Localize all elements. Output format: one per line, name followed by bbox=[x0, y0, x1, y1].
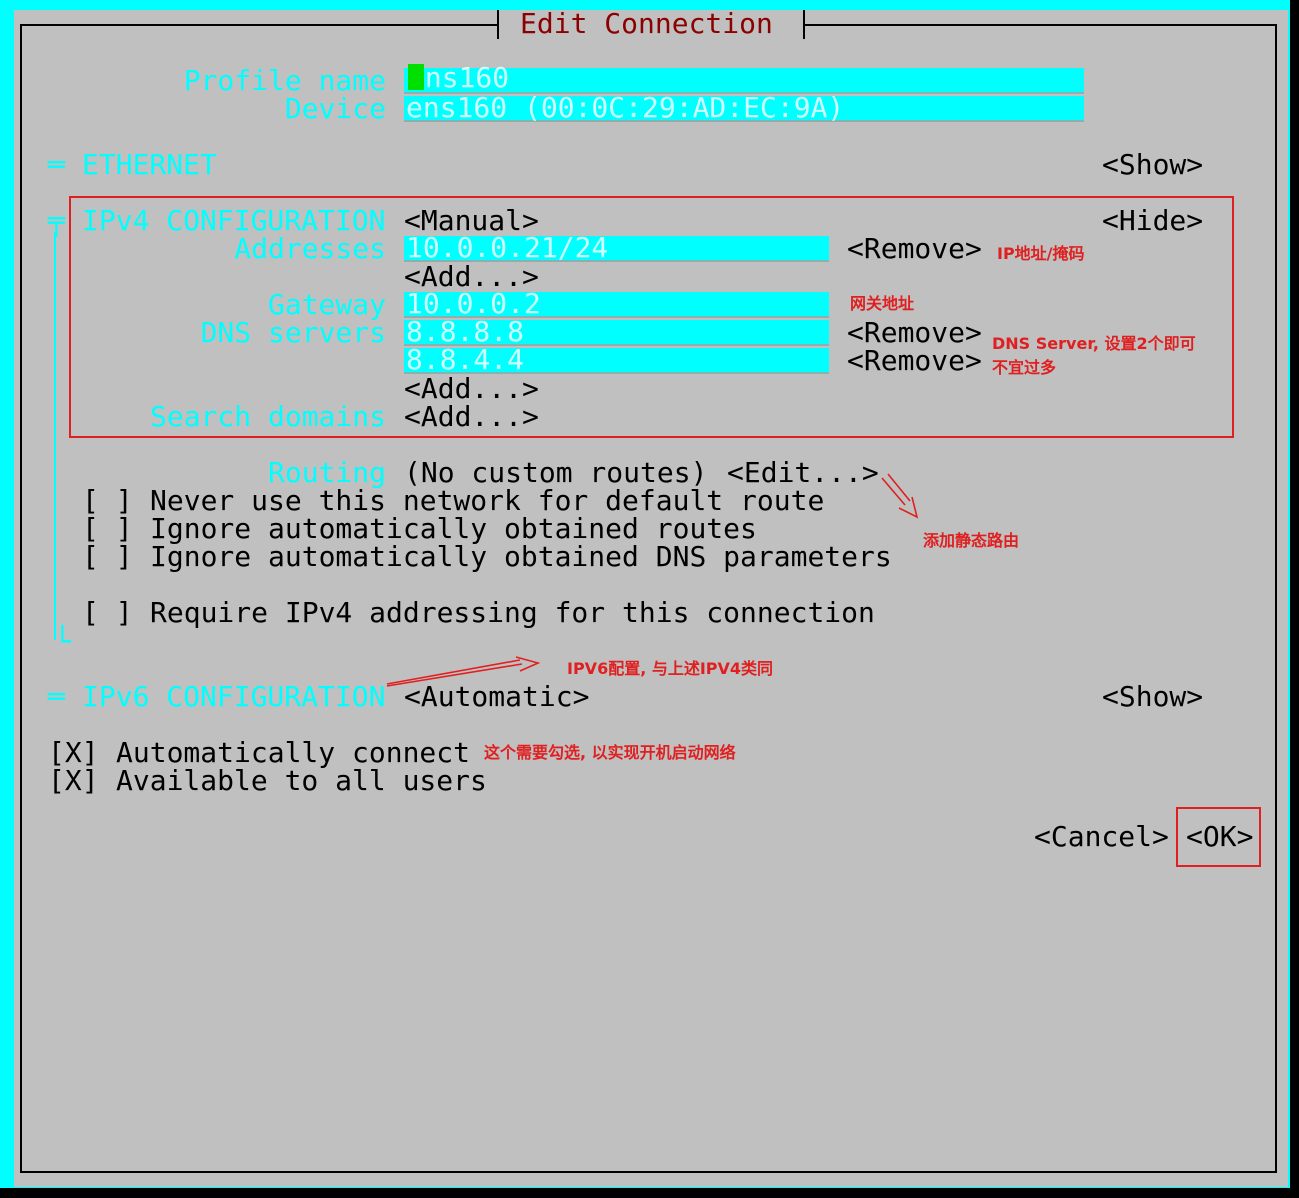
annotation-arrows bbox=[386, 473, 919, 687]
ipv6-arrow bbox=[386, 656, 541, 687]
routing-arrow bbox=[881, 473, 919, 519]
